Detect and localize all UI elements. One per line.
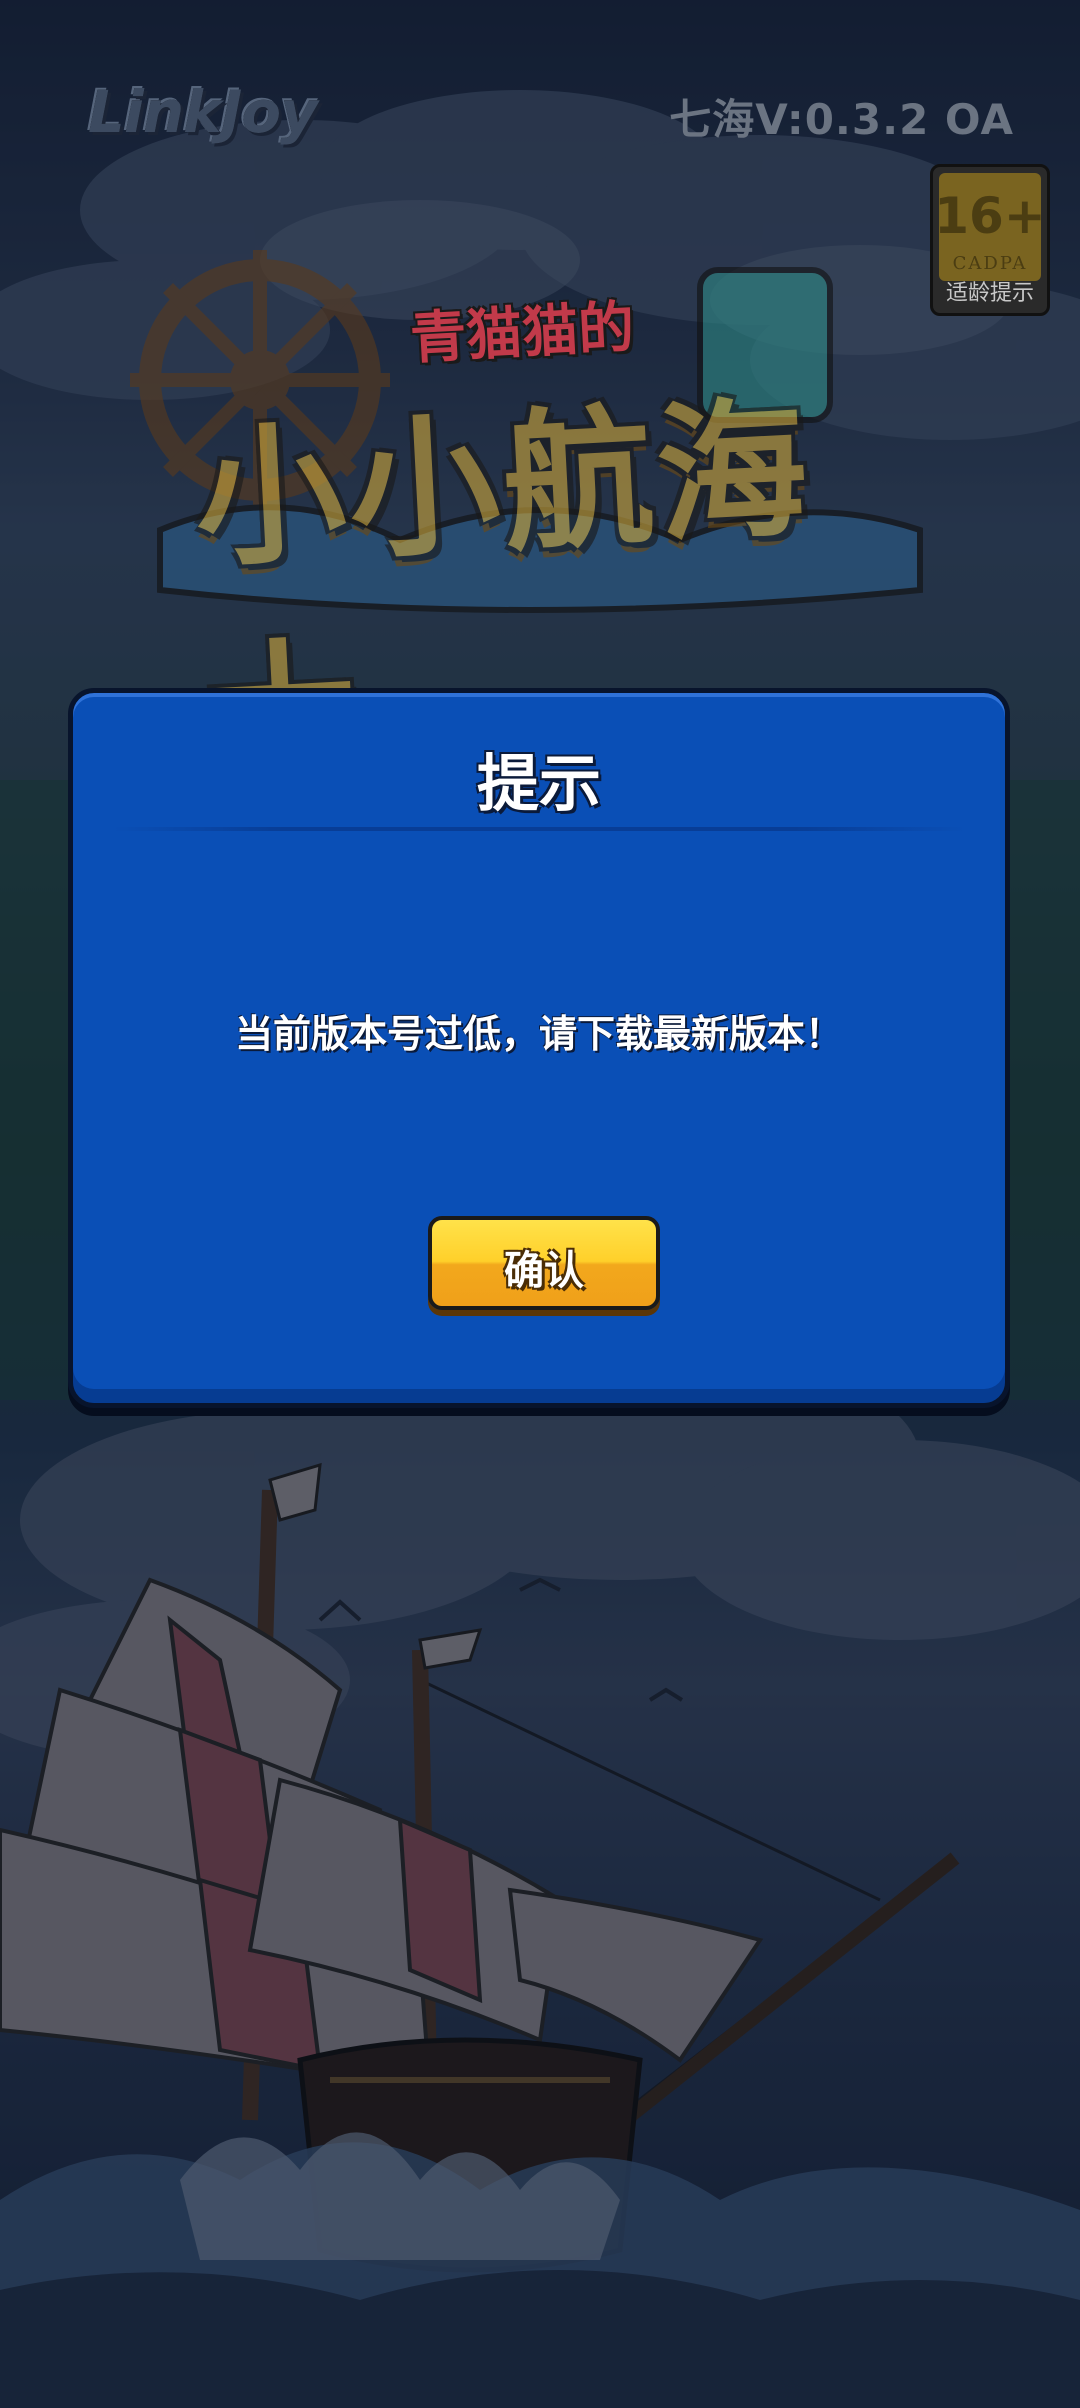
age-rating-number: 16+ xyxy=(934,187,1046,245)
version-label: 七海V:0.3.2 OA xyxy=(669,95,1014,144)
dialog-divider xyxy=(113,827,965,831)
confirm-button[interactable]: 确认 xyxy=(428,1216,660,1310)
dialog-title: 提示 xyxy=(476,747,601,820)
game-title-logo: 青猫猫的 小小航海士 xyxy=(120,230,940,805)
age-rating-org: CADPA xyxy=(952,253,1028,274)
game-screen: LinkJoy 七海V:0.3.2 OA 16+ CADPA 适龄提示 青猫猫的… xyxy=(0,0,1080,2408)
confirm-button-label: 确认 xyxy=(504,1248,584,1294)
publisher-logo: LinkJoy xyxy=(88,78,318,146)
dialog-message: 当前版本号过低，请下载最新版本！ xyxy=(234,1012,843,1056)
age-rating-badge[interactable]: 16+ CADPA 适龄提示 xyxy=(930,164,1050,316)
notice-dialog: 提示 当前版本号过低，请下载最新版本！ 确认 xyxy=(68,688,1010,1408)
age-rating-label: 适龄提示 xyxy=(945,281,1034,306)
